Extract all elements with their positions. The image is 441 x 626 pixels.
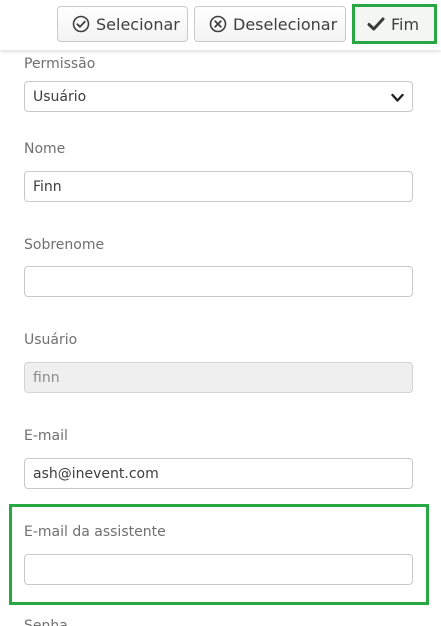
last-name-field[interactable] xyxy=(24,266,413,297)
chevron-down-icon xyxy=(391,91,404,107)
assistant-email-highlight xyxy=(9,504,429,605)
permission-select[interactable]: Usuário xyxy=(24,81,413,112)
first-name-label: Nome xyxy=(24,141,66,157)
first-name-value: Finn xyxy=(33,178,62,195)
deselect-button-label: Deselecionar xyxy=(233,14,338,34)
username-value: finn xyxy=(33,369,60,386)
email-value: ash@inevent.com xyxy=(33,465,159,482)
last-name-label: Sobrenome xyxy=(24,237,105,253)
permission-select-value: Usuário xyxy=(33,88,87,105)
x-circle-icon xyxy=(209,15,227,33)
username-field: finn xyxy=(24,362,413,393)
first-name-field[interactable]: Finn xyxy=(24,171,413,202)
top-toolbar: Selecionar Deselecionar Fim xyxy=(0,0,441,50)
select-button-label: Selecionar xyxy=(96,14,180,34)
email-field[interactable]: ash@inevent.com xyxy=(24,458,413,489)
permission-label: Permissão xyxy=(24,56,96,72)
finish-button[interactable]: Fim xyxy=(352,4,437,44)
deselect-button[interactable]: Deselecionar xyxy=(194,6,346,42)
finish-button-label: Fim xyxy=(391,14,420,34)
checkmark-icon xyxy=(367,16,385,32)
username-label: Usuário xyxy=(24,332,78,348)
email-label: E-mail xyxy=(24,428,68,444)
check-circle-icon xyxy=(72,15,90,33)
select-button[interactable]: Selecionar xyxy=(57,6,188,42)
